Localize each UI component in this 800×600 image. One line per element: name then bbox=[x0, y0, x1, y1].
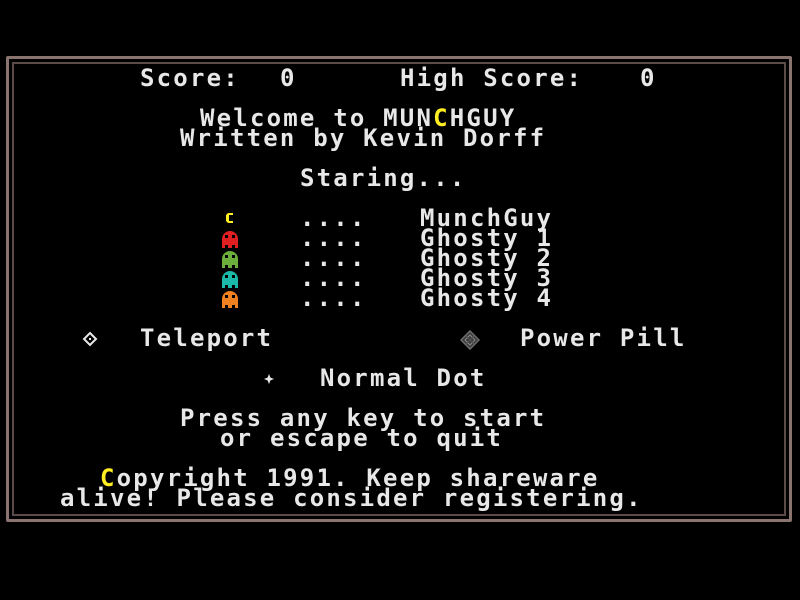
high-score-label: High Score: bbox=[400, 64, 584, 92]
quit-prompt: or escape to quit bbox=[220, 424, 504, 452]
power-pill-label: Power Pill bbox=[520, 324, 687, 352]
normal-dot-icon bbox=[264, 374, 274, 384]
cast-name-ghosty-4: Ghosty 4 bbox=[420, 284, 554, 312]
game-screen[interactable]: Score: 0 High Score: 0 Welcome to MUNCHG… bbox=[0, 0, 800, 600]
normal-dot-label: Normal Dot bbox=[320, 364, 487, 392]
ghost-icon bbox=[222, 271, 238, 288]
teleport-icon bbox=[82, 331, 98, 347]
score-label: Score: bbox=[140, 64, 240, 92]
teleport-label: Teleport bbox=[140, 324, 274, 352]
ghost-icon bbox=[222, 231, 238, 248]
ghost-icon bbox=[222, 251, 238, 268]
munchguy-icon bbox=[226, 213, 233, 223]
ghost-icon bbox=[222, 291, 238, 308]
high-score-value: 0 bbox=[640, 64, 657, 92]
score-value: 0 bbox=[280, 64, 297, 92]
cast-heading: Staring... bbox=[300, 164, 467, 192]
copyright-line-2: alive! Please consider registering. bbox=[60, 484, 643, 512]
cast-dots-5: .... bbox=[300, 284, 367, 312]
author-credit: Written by Kevin Dorff bbox=[180, 124, 547, 152]
power-pill-icon bbox=[460, 330, 480, 350]
